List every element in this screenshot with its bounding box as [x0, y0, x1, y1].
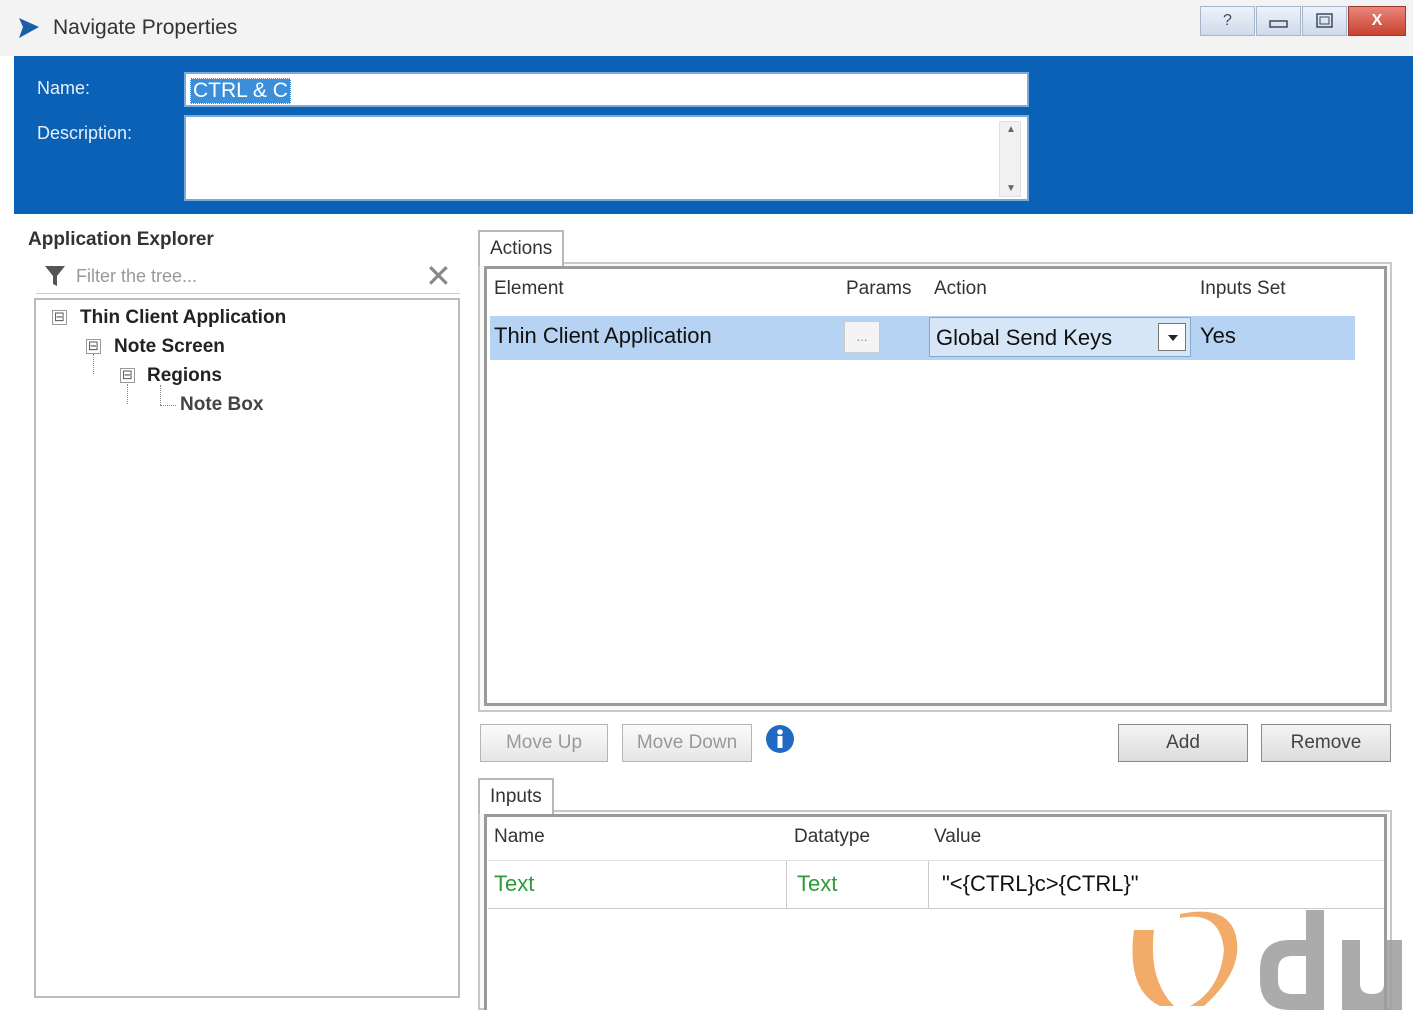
name-label: Name:	[37, 78, 91, 98]
explorer-title: Application Explorer	[28, 229, 214, 250]
remove-button[interactable]: Remove	[1261, 724, 1391, 762]
actions-col-inputs-set[interactable]: Inputs Set	[1200, 278, 1286, 300]
minimize-button[interactable]	[1256, 6, 1301, 36]
clear-filter-icon[interactable]: ✕	[425, 258, 452, 294]
description-scrollbar[interactable]: ▲ ▼	[999, 121, 1021, 197]
maximize-icon	[1316, 13, 1333, 28]
action-dropdown[interactable]: Global Send Keys	[929, 317, 1191, 357]
minimize-icon	[1269, 20, 1288, 28]
move-up-button[interactable]: Move Up	[480, 724, 608, 762]
action-dropdown-value: Global Send Keys	[936, 325, 1113, 350]
close-button[interactable]: X	[1348, 6, 1406, 36]
add-button[interactable]: Add	[1118, 724, 1248, 762]
watermark-logo	[1132, 910, 1402, 1010]
scroll-up-icon[interactable]: ▲	[1006, 124, 1016, 135]
info-icon[interactable]	[765, 724, 795, 754]
params-button[interactable]: ...	[844, 321, 880, 353]
maximize-button[interactable]	[1302, 6, 1347, 36]
action-row-inputs-set: Yes	[1200, 323, 1236, 348]
help-icon: ?	[1223, 12, 1232, 29]
title-bar: Navigate Properties ? X	[0, 0, 1413, 56]
move-down-button[interactable]: Move Down	[622, 724, 752, 762]
close-icon: X	[1371, 12, 1383, 29]
name-value: CTRL & C	[190, 78, 291, 104]
tab-actions[interactable]: Actions	[478, 230, 565, 266]
inputs-col-value[interactable]: Value	[934, 826, 981, 848]
description-field[interactable]: ▲ ▼	[184, 115, 1029, 201]
input-row-value[interactable]: "<{CTRL}c>{CTRL}"	[942, 871, 1139, 897]
actions-col-action[interactable]: Action	[934, 278, 987, 300]
tree-toggle-note-screen[interactable]: ⊟	[86, 339, 101, 354]
description-label: Description:	[37, 123, 133, 143]
chevron-down-icon	[1168, 335, 1178, 341]
help-button[interactable]: ?	[1200, 6, 1255, 36]
tree-item-regions[interactable]: Regions	[147, 365, 222, 387]
actions-col-params[interactable]: Params	[846, 278, 911, 300]
window-title: Navigate Properties	[53, 16, 238, 39]
tree-toggle-thin-client[interactable]: ⊟	[52, 310, 67, 325]
tab-inputs[interactable]: Inputs	[478, 778, 554, 814]
scroll-down-icon[interactable]: ▼	[1006, 183, 1016, 194]
input-row-datatype: Text	[797, 871, 838, 896]
input-row-name: Text	[494, 871, 535, 896]
tree-item-note-box[interactable]: Note Box	[180, 394, 263, 416]
tree-toggle-regions[interactable]: ⊟	[120, 368, 135, 383]
dropdown-arrow-button[interactable]	[1158, 323, 1186, 351]
action-row-element: Thin Client Application	[494, 323, 712, 348]
app-logo-icon	[19, 18, 39, 38]
tree-item-thin-client-application[interactable]: Thin Client Application	[80, 307, 286, 329]
tree-item-note-screen[interactable]: Note Screen	[114, 336, 225, 358]
inputs-col-datatype[interactable]: Datatype	[794, 826, 870, 848]
filter-icon	[45, 266, 65, 286]
inputs-col-name[interactable]: Name	[494, 826, 545, 848]
tree-filter-placeholder: Filter the tree...	[76, 266, 198, 286]
name-field[interactable]: CTRL & C	[184, 72, 1029, 107]
actions-col-element[interactable]: Element	[494, 278, 564, 300]
